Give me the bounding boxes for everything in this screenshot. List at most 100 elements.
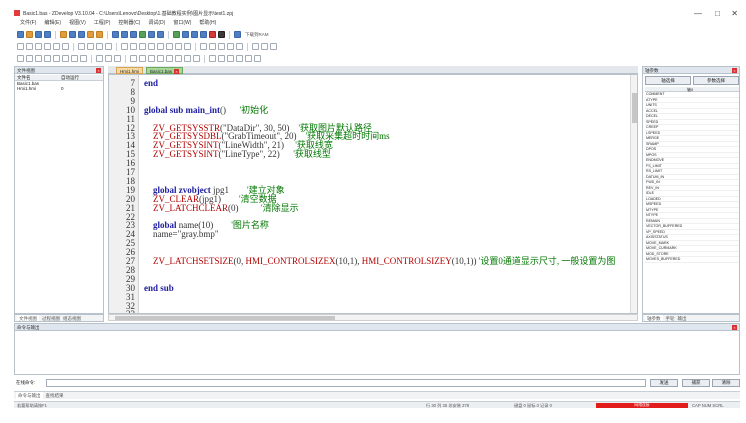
space-across-icon[interactable] [105,55,112,62]
param-value[interactable] [685,219,739,224]
scroll-thumb[interactable] [632,93,637,123]
minimize-button[interactable]: — [694,9,702,18]
move-right-icon[interactable] [175,55,182,62]
param-value[interactable] [685,158,739,163]
code-line[interactable]: global sub main_int() '初始化 [144,105,268,115]
rectangle-tool-icon[interactable] [35,43,42,50]
upload-icon[interactable] [157,31,164,38]
layer-tool-icon[interactable] [209,43,216,50]
code-line[interactable]: name="gray.bmp" [144,230,219,239]
polyline-tool-icon[interactable] [26,43,33,50]
horizontal-scrollbar[interactable] [108,314,638,321]
compile-icon[interactable] [130,31,137,38]
close-panel-icon[interactable]: × [732,325,737,330]
param-value[interactable] [685,191,739,196]
menu-edit[interactable]: 编辑(E) [44,19,61,27]
param-value[interactable] [685,120,739,125]
stop-icon[interactable] [209,31,216,38]
tab-config-view[interactable]: 组态视图 [63,315,81,321]
tab-hmi1[interactable]: Hmi1.hmi [116,67,144,74]
label-tool-icon[interactable] [87,43,94,50]
run-icon[interactable] [173,31,180,38]
align-bottom-icon[interactable] [44,55,51,62]
center-vertical-icon[interactable] [62,55,69,62]
param-value[interactable] [685,164,739,169]
param-value[interactable] [685,186,739,191]
maximize-button[interactable]: □ [715,9,720,18]
param-value[interactable] [685,169,739,174]
scroll-thumb[interactable] [115,316,335,320]
param-value[interactable] [685,131,739,136]
save-icon[interactable] [35,31,42,38]
grid-tool-icon[interactable] [227,43,234,50]
param-value[interactable] [685,208,739,213]
arc-tool-icon[interactable] [62,43,69,50]
code-editor[interactable]: end global sub main_int() '初始化 ZV_GETSYSS… [108,74,638,314]
tab-axis-params[interactable]: 轴参数 [645,315,663,321]
param-value[interactable] [685,224,739,229]
param-value[interactable] [685,125,739,130]
edit-box-tool-icon[interactable] [96,43,103,50]
menu-debug[interactable]: 调试(D) [148,19,165,27]
align-left-icon[interactable] [17,55,24,62]
replace-icon[interactable] [121,31,128,38]
param-value[interactable] [685,92,739,97]
same-size-icon[interactable] [96,55,103,62]
flip-v-icon[interactable] [236,55,243,62]
param-value[interactable] [685,241,739,246]
code-line[interactable]: end [144,79,158,88]
param-value[interactable] [685,147,739,152]
tab-order-icon[interactable] [184,55,191,62]
download-ram-label[interactable]: 下载到RAM [245,32,269,38]
bring-front-icon[interactable] [130,55,137,62]
param-value[interactable] [685,142,739,147]
download-ram-icon[interactable] [234,31,241,38]
table-tool-icon[interactable] [139,43,146,50]
menu-project[interactable]: 工程(P) [94,19,111,27]
gauge-tool-icon[interactable] [157,43,164,50]
space-down-icon[interactable] [114,55,121,62]
send-back-icon[interactable] [139,55,146,62]
rotate-icon[interactable] [245,55,252,62]
timer-tool-icon[interactable] [184,43,191,50]
send-button[interactable]: 发送 [650,379,678,387]
group-tool-icon[interactable] [200,43,207,50]
fit-view-icon[interactable] [270,43,277,50]
same-height-icon[interactable] [80,55,87,62]
find-icon[interactable] [112,31,119,38]
undo-icon[interactable] [87,31,94,38]
emergency-stop-icon[interactable] [218,31,225,38]
param-value[interactable] [685,202,739,207]
menu-controller[interactable]: 控制器(C) [118,19,140,27]
copy-icon[interactable] [69,31,76,38]
move-up-icon[interactable] [148,55,155,62]
table-row[interactable]: Hmi1.hmi 0 [15,86,103,91]
breakpoint-icon[interactable] [191,31,198,38]
tab-command-output[interactable]: 命令与输出 [16,392,43,399]
ellipse-tool-icon[interactable] [44,43,51,50]
button-tool-icon[interactable] [78,43,85,50]
code-line[interactable]: ZV_LATCHSETSIZE(0, HMI_CONTROLSIZEX(10,1… [144,257,615,266]
lock-tool-icon[interactable] [218,43,225,50]
menu-file[interactable]: 文件(F) [20,19,36,27]
tab-find-results[interactable]: 查找结果 [46,392,64,399]
image-tool-icon[interactable] [105,43,112,50]
flip-h-icon[interactable] [227,55,234,62]
tab-handwheel[interactable]: 手轮 [666,315,675,321]
watch-icon[interactable] [200,31,207,38]
open-folder-icon[interactable] [26,31,33,38]
vertical-scrollbar[interactable] [630,75,637,313]
axis-select-button[interactable]: 轴选择 [645,76,691,85]
column-autorun[interactable]: 自动运行 [59,75,103,80]
move-down-icon[interactable] [157,55,164,62]
clear-button[interactable]: 清除 [712,379,740,387]
close-window-button[interactable]: ✕ [731,9,738,18]
command-input[interactable] [46,379,646,387]
connect-icon[interactable] [139,31,146,38]
tab-basic1[interactable]: Basic1.bas × [146,67,184,75]
param-value[interactable] [685,103,739,108]
save-all-icon[interactable] [44,31,51,38]
param-value[interactable] [685,246,739,251]
tab-output[interactable]: 输出 [678,315,687,321]
center-horizontal-icon[interactable] [53,55,60,62]
